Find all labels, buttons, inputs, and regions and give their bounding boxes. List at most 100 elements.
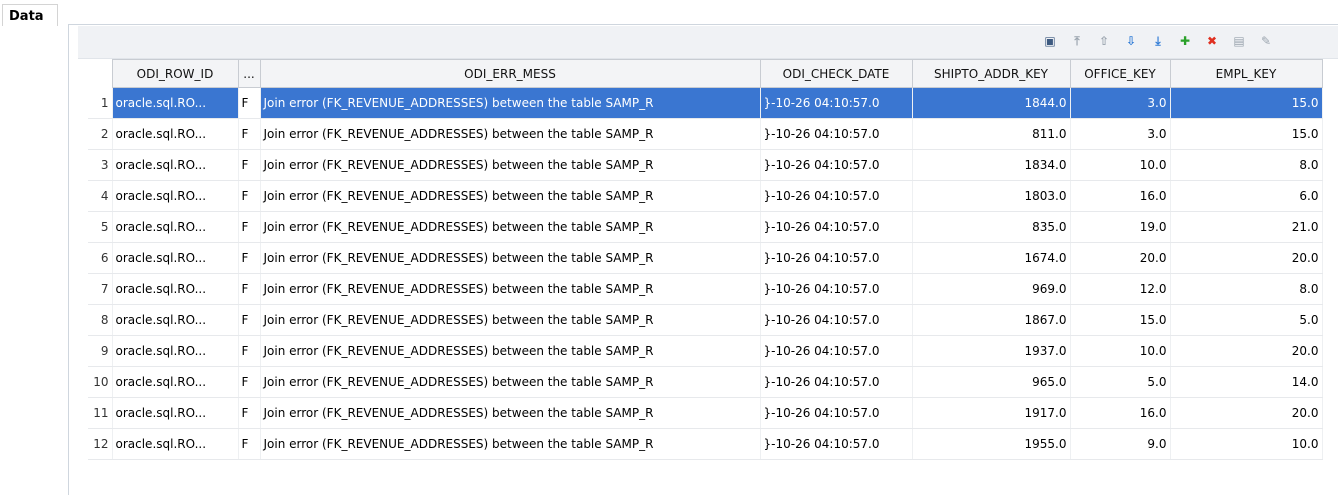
cell-odi-check-date[interactable]: }-10-26 04:10:57.0 xyxy=(760,118,913,150)
cell-empl-key[interactable]: 15.0 xyxy=(1170,118,1323,150)
cell-office-key[interactable]: 3.0 xyxy=(1070,118,1171,150)
delete-row-icon[interactable]: ✖ xyxy=(1202,30,1222,52)
row-number[interactable]: 12 xyxy=(88,428,113,460)
cell-odi-row-id[interactable]: oracle.sql.RO... xyxy=(112,428,239,460)
cell-shipto-addr-key[interactable]: 835.0 xyxy=(912,211,1071,243)
table-row[interactable]: 11 oracle.sql.RO... F Join error (FK_REVENU… xyxy=(88,397,1323,429)
table-row[interactable]: 8 oracle.sql.RO... F Join error (FK_REVENUE… xyxy=(88,304,1323,336)
cell-odi-check-date[interactable]: }-10-26 04:10:57.0 xyxy=(760,211,913,243)
cell-odi-row-id[interactable]: oracle.sql.RO... xyxy=(112,149,239,181)
cell-flag[interactable]: F xyxy=(238,211,261,243)
row-number[interactable]: 9 xyxy=(88,335,113,367)
cell-empl-key[interactable]: 5.0 xyxy=(1170,304,1323,336)
cell-odi-err-mess[interactable]: Join error (FK_REVENUE_ADDRESSES) betwee… xyxy=(260,273,761,305)
data-panel-tab[interactable]: Data xyxy=(2,4,58,26)
cell-odi-err-mess[interactable]: Join error (FK_REVENUE_ADDRESSES) betwee… xyxy=(260,211,761,243)
cell-odi-row-id[interactable]: oracle.sql.RO... xyxy=(112,180,239,212)
cell-office-key[interactable]: 5.0 xyxy=(1070,366,1171,398)
cell-odi-err-mess[interactable]: Join error (FK_REVENUE_ADDRESSES) betwee… xyxy=(260,366,761,398)
table-row[interactable]: 9 oracle.sql.RO... F Join error (FK_REVENUE… xyxy=(88,335,1323,367)
cell-odi-check-date[interactable]: }-10-26 04:10:57.0 xyxy=(760,149,913,181)
cell-odi-err-mess[interactable]: Join error (FK_REVENUE_ADDRESSES) betwee… xyxy=(260,304,761,336)
column-header[interactable]: EMPL_KEY xyxy=(1169,59,1323,88)
cell-empl-key[interactable]: 10.0 xyxy=(1170,428,1323,460)
table-row[interactable]: 3 oracle.sql.RO... F Join error (FK_REVENUE… xyxy=(88,149,1323,181)
row-number[interactable]: 4 xyxy=(88,180,113,212)
row-number[interactable]: 5 xyxy=(88,211,113,243)
row-number[interactable]: 10 xyxy=(88,366,113,398)
cell-odi-check-date[interactable]: }-10-26 04:10:57.0 xyxy=(760,428,913,460)
cell-empl-key[interactable]: 20.0 xyxy=(1170,335,1323,367)
cell-odi-check-date[interactable]: }-10-26 04:10:57.0 xyxy=(760,242,913,274)
cell-office-key[interactable]: 19.0 xyxy=(1070,211,1171,243)
table-row[interactable]: 1 oracle.sql.RO... F Join error (FK_REVENUE… xyxy=(88,87,1323,119)
cell-flag[interactable]: F xyxy=(238,397,261,429)
cell-shipto-addr-key[interactable]: 1937.0 xyxy=(912,335,1071,367)
cell-empl-key[interactable]: 20.0 xyxy=(1170,397,1323,429)
view-icon[interactable]: ▣ xyxy=(1040,30,1060,52)
cell-odi-row-id[interactable]: oracle.sql.RO... xyxy=(112,335,239,367)
cell-shipto-addr-key[interactable]: 1917.0 xyxy=(912,397,1071,429)
move-up-icon[interactable]: ⇧ xyxy=(1094,30,1114,52)
cell-odi-check-date[interactable]: }-10-26 04:10:57.0 xyxy=(760,397,913,429)
row-number[interactable]: 8 xyxy=(88,304,113,336)
table-row[interactable]: 2 oracle.sql.RO... F Join error (FK_REVENUE… xyxy=(88,118,1323,150)
cell-shipto-addr-key[interactable]: 1834.0 xyxy=(912,149,1071,181)
cell-odi-err-mess[interactable]: Join error (FK_REVENUE_ADDRESSES) betwee… xyxy=(260,180,761,212)
cell-odi-check-date[interactable]: }-10-26 04:10:57.0 xyxy=(760,366,913,398)
cell-office-key[interactable]: 10.0 xyxy=(1070,149,1171,181)
row-number[interactable]: 1 xyxy=(88,87,113,119)
cell-odi-row-id[interactable]: oracle.sql.RO... xyxy=(112,397,239,429)
move-bottom-icon[interactable]: ⤓ xyxy=(1148,30,1168,52)
cell-office-key[interactable]: 3.0 xyxy=(1070,87,1171,119)
cell-shipto-addr-key[interactable]: 1955.0 xyxy=(912,428,1071,460)
cell-shipto-addr-key[interactable]: 965.0 xyxy=(912,366,1071,398)
cell-odi-row-id[interactable]: oracle.sql.RO... xyxy=(112,87,239,119)
cell-odi-err-mess[interactable]: Join error (FK_REVENUE_ADDRESSES) betwee… xyxy=(260,149,761,181)
column-header[interactable]: ODI_ROW_ID xyxy=(111,59,239,88)
column-header[interactable]: SHIPTO_ADDR_KEY xyxy=(911,59,1071,88)
column-header[interactable]: ODI_CHECK_DATE xyxy=(759,59,913,88)
cell-flag[interactable]: F xyxy=(238,149,261,181)
cell-flag[interactable]: F xyxy=(238,335,261,367)
cell-shipto-addr-key[interactable]: 811.0 xyxy=(912,118,1071,150)
row-number[interactable]: 11 xyxy=(88,397,113,429)
row-number[interactable]: 3 xyxy=(88,149,113,181)
cell-office-key[interactable]: 12.0 xyxy=(1070,273,1171,305)
cell-odi-err-mess[interactable]: Join error (FK_REVENUE_ADDRESSES) betwee… xyxy=(260,87,761,119)
column-header[interactable]: ... xyxy=(237,59,261,88)
cell-empl-key[interactable]: 14.0 xyxy=(1170,366,1323,398)
cell-odi-row-id[interactable]: oracle.sql.RO... xyxy=(112,304,239,336)
cell-flag[interactable]: F xyxy=(238,180,261,212)
table-row[interactable]: 4 oracle.sql.RO... F Join error (FK_REVENUE… xyxy=(88,180,1323,212)
cell-flag[interactable]: F xyxy=(238,366,261,398)
save-icon[interactable]: ▤ xyxy=(1229,30,1249,52)
table-row[interactable]: 12 oracle.sql.RO... F Join error (FK_REVENU… xyxy=(88,428,1323,460)
cell-odi-check-date[interactable]: }-10-26 04:10:57.0 xyxy=(760,87,913,119)
cell-office-key[interactable]: 20.0 xyxy=(1070,242,1171,274)
cell-odi-check-date[interactable]: }-10-26 04:10:57.0 xyxy=(760,335,913,367)
cell-empl-key[interactable]: 8.0 xyxy=(1170,149,1323,181)
table-row[interactable]: 10 oracle.sql.RO... F Join error (FK_REVENU… xyxy=(88,366,1323,398)
cell-flag[interactable]: F xyxy=(238,118,261,150)
edit-icon[interactable]: ✎ xyxy=(1256,30,1276,52)
cell-odi-err-mess[interactable]: Join error (FK_REVENUE_ADDRESSES) betwee… xyxy=(260,397,761,429)
add-row-icon[interactable]: ✚ xyxy=(1175,30,1195,52)
cell-empl-key[interactable]: 21.0 xyxy=(1170,211,1323,243)
cell-flag[interactable]: F xyxy=(238,242,261,274)
cell-shipto-addr-key[interactable]: 1803.0 xyxy=(912,180,1071,212)
cell-flag[interactable]: F xyxy=(238,428,261,460)
row-number[interactable]: 2 xyxy=(88,118,113,150)
cell-office-key[interactable]: 9.0 xyxy=(1070,428,1171,460)
cell-empl-key[interactable]: 8.0 xyxy=(1170,273,1323,305)
column-header[interactable]: OFFICE_KEY xyxy=(1069,59,1171,88)
cell-office-key[interactable]: 10.0 xyxy=(1070,335,1171,367)
table-row[interactable]: 6 oracle.sql.RO... F Join error (FK_REVENUE… xyxy=(88,242,1323,274)
cell-office-key[interactable]: 16.0 xyxy=(1070,397,1171,429)
move-top-icon[interactable]: ⤒ xyxy=(1067,30,1087,52)
table-row[interactable]: 7 oracle.sql.RO... F Join error (FK_REVENUE… xyxy=(88,273,1323,305)
cell-empl-key[interactable]: 20.0 xyxy=(1170,242,1323,274)
cell-odi-row-id[interactable]: oracle.sql.RO... xyxy=(112,118,239,150)
cell-office-key[interactable]: 16.0 xyxy=(1070,180,1171,212)
cell-flag[interactable]: F xyxy=(238,87,261,119)
